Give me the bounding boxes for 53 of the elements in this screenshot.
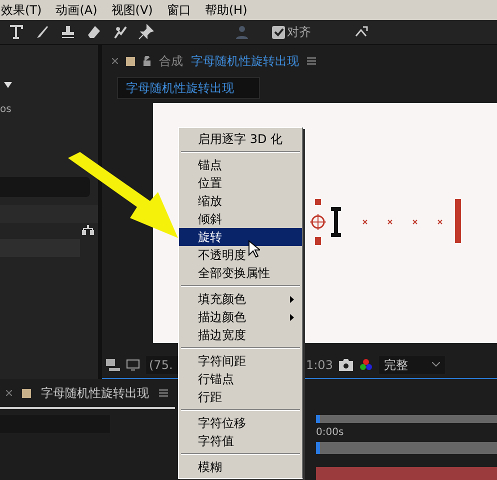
submenu-arrow-icon <box>290 314 294 320</box>
composition-color-icon <box>126 56 135 66</box>
stamp-icon[interactable] <box>60 24 76 40</box>
menu-icon[interactable] <box>307 57 316 65</box>
tab-prefix: 合成 <box>159 53 183 70</box>
snap-checkbox[interactable]: 对齐 <box>272 23 311 41</box>
time-field[interactable]: 1:03 <box>306 356 333 374</box>
menu-item[interactable]: 旋转 <box>179 228 302 246</box>
menu-item[interactable]: 启用逐字 3D 化 <box>179 130 302 148</box>
channels-icon[interactable] <box>358 358 373 372</box>
camera-icon[interactable] <box>338 358 353 370</box>
close-icon[interactable] <box>6 390 12 396</box>
menu-icon[interactable] <box>159 389 168 397</box>
menu-item[interactable]: 描边宽度 <box>179 326 302 344</box>
menu-item[interactable]: 行距 <box>179 388 302 406</box>
menu-item[interactable]: 填充颜色 <box>179 290 302 308</box>
composition-color-icon <box>22 388 31 398</box>
eraser-icon[interactable] <box>86 24 102 40</box>
menu-item[interactable]: 字符位移 <box>179 414 302 432</box>
monitor-icon[interactable] <box>126 358 140 370</box>
menu-item[interactable]: 倾斜 <box>179 210 302 228</box>
menu-item[interactable]: 全部变换属性 <box>179 264 302 282</box>
cursor-icon <box>248 240 260 258</box>
breadcrumb[interactable]: 字母随机性旋转出现 <box>117 77 260 99</box>
menu-item[interactable]: 窗口 <box>166 1 191 19</box>
timeline-tab[interactable]: 字母随机性旋转出现 <box>41 384 149 402</box>
chevron-down-icon <box>432 362 440 367</box>
check-icon <box>274 27 284 37</box>
menu-item[interactable]: 缩放 <box>179 192 302 210</box>
composition-tab[interactable]: 字母随机性旋转出现 <box>191 52 299 70</box>
panel-text: os <box>0 103 12 117</box>
resolution-dropdown[interactable]: 完整 <box>378 356 445 374</box>
ruler-label: 0:00s <box>316 426 345 440</box>
puppet-icon[interactable] <box>112 24 128 40</box>
hierarchy-icon[interactable] <box>82 225 94 235</box>
menu-item[interactable]: 字符值 <box>179 432 302 450</box>
pin-icon[interactable] <box>138 24 154 40</box>
menu-item[interactable]: 锚点 <box>179 156 302 174</box>
submenu-arrow-icon <box>290 296 294 302</box>
brush-icon[interactable] <box>34 24 50 40</box>
dropdown-icon[interactable] <box>4 82 12 88</box>
menu-item[interactable]: 位置 <box>179 174 302 192</box>
menu-item[interactable]: 模糊 <box>179 458 302 476</box>
menu-item[interactable]: 效果(T) <box>1 1 42 19</box>
menu-item[interactable]: 帮助(H) <box>204 1 248 19</box>
menu-item[interactable]: 不透明度 <box>179 246 302 264</box>
lock-icon[interactable] <box>143 56 151 66</box>
menu-item[interactable]: 动画(A) <box>56 1 98 19</box>
close-icon[interactable] <box>112 58 118 64</box>
menu-item[interactable]: 描边颜色 <box>179 308 302 326</box>
text-tool-icon[interactable] <box>8 24 24 40</box>
menu-item[interactable]: 视图(V) <box>111 1 153 19</box>
preview-icon[interactable] <box>106 358 120 370</box>
